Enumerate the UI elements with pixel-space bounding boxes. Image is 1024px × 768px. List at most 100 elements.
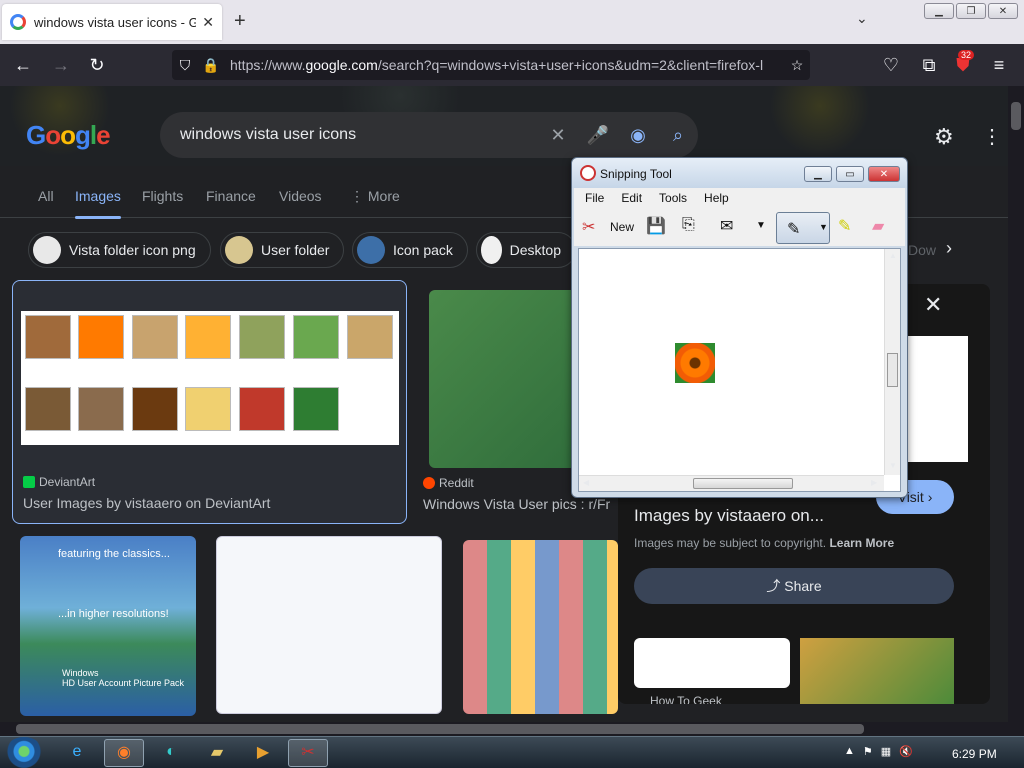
scroll-up-icon[interactable]: ▲ xyxy=(889,251,897,260)
chip-vista-folder[interactable]: Vista folder icon png xyxy=(28,232,211,268)
new-tab-button[interactable]: + xyxy=(234,10,246,33)
snipping-title-bar[interactable]: Snipping Tool ▁ ▭ ✕ xyxy=(572,158,907,188)
pocket-icon[interactable]: ♡ xyxy=(878,52,904,78)
scissors-icon[interactable]: ✂ xyxy=(582,217,595,237)
learn-more-link[interactable]: Learn More xyxy=(829,536,894,550)
shield-icon[interactable]: ⛉ xyxy=(172,57,198,74)
pen-tool-button[interactable]: ✎ ▼ xyxy=(776,212,830,244)
reload-icon[interactable]: ↻ xyxy=(84,52,110,78)
snip-minimize-button[interactable]: ▁ xyxy=(804,166,832,182)
icon-collection-image[interactable] xyxy=(463,540,618,714)
send-snip-icon[interactable]: ✉ xyxy=(720,216,733,236)
filter-videos[interactable]: Videos xyxy=(279,188,322,204)
snip-vertical-scrollbar[interactable]: ▲ ▼ xyxy=(884,249,900,475)
action-center-flag-icon[interactable]: ⚑ xyxy=(863,745,873,758)
snip-canvas[interactable]: ▲ ▼ ◀ ▶ xyxy=(578,248,901,492)
new-snip-button[interactable]: New xyxy=(610,220,634,234)
chip-user-folder[interactable]: User folder xyxy=(220,232,345,268)
search-box[interactable]: windows vista user icons ✕ 🎤 ◉ ⌕ xyxy=(160,112,698,158)
chip-thumb xyxy=(33,236,61,264)
filter-finance[interactable]: Finance xyxy=(206,188,256,204)
lens-icon[interactable]: ◉ xyxy=(618,125,658,146)
list-tabs-icon[interactable]: ⌄ xyxy=(856,10,868,27)
extensions-icon[interactable]: ⧉ xyxy=(916,52,942,78)
save-icon[interactable]: 💾 xyxy=(646,216,666,236)
show-hidden-icons[interactable]: ▲ xyxy=(844,745,855,758)
menu-icon[interactable]: ≡ xyxy=(986,52,1012,78)
filter-images[interactable]: Images xyxy=(75,188,121,219)
scroll-left-icon[interactable]: ◀ xyxy=(583,478,589,487)
minimize-button[interactable]: ▁ xyxy=(924,3,954,19)
filter-all[interactable]: All xyxy=(38,188,54,204)
image-result[interactable]: DeviantArt User Images by vistaaero on D… xyxy=(12,280,407,524)
filter-more[interactable]: ⋮ More xyxy=(350,188,400,205)
scrollbar-thumb[interactable] xyxy=(1011,102,1021,130)
share-button[interactable]: ⤴ Share xyxy=(634,568,954,604)
chip-download[interactable]: Dow xyxy=(908,242,936,258)
scroll-down-icon[interactable]: ▼ xyxy=(889,461,897,470)
scrollbar-thumb[interactable] xyxy=(887,353,898,387)
panel-title[interactable]: Images by vistaaero on... xyxy=(634,506,824,526)
search-input[interactable]: windows vista user icons xyxy=(180,126,538,144)
close-window-button[interactable]: ✕ xyxy=(988,3,1018,19)
menu-file[interactable]: File xyxy=(574,188,610,208)
result-image[interactable] xyxy=(21,311,399,445)
eraser-icon[interactable]: ▰ xyxy=(872,216,884,236)
chip-icon-pack[interactable]: Icon pack xyxy=(352,232,468,268)
filter-flights[interactable]: Flights xyxy=(142,188,183,204)
google-apps-icon[interactable]: ⋮⋮⋮ xyxy=(982,124,1008,149)
close-panel-icon[interactable]: ✕ xyxy=(924,292,942,318)
clear-search-icon[interactable]: ✕ xyxy=(538,125,578,146)
snip-maximize-button[interactable]: ▭ xyxy=(836,166,864,182)
menu-edit[interactable]: Edit xyxy=(610,188,648,208)
bookmark-star-icon[interactable]: ☆ xyxy=(784,57,810,74)
volume-muted-icon[interactable]: 🔇 xyxy=(899,745,913,758)
lock-icon[interactable]: 🔒 xyxy=(198,57,224,74)
window-controls: ▁ ❐ ✕ xyxy=(924,3,1018,19)
snip-horizontal-scrollbar[interactable]: ◀ ▶ xyxy=(579,475,884,491)
related-image[interactable] xyxy=(800,638,954,704)
menu-tools[interactable]: Tools xyxy=(648,188,693,208)
restore-button[interactable]: ❐ xyxy=(956,3,986,19)
forward-icon[interactable]: → xyxy=(48,52,74,78)
back-icon[interactable]: ← xyxy=(10,52,36,78)
share-icon: ⤴ xyxy=(766,578,785,594)
page-vertical-scrollbar[interactable] xyxy=(1008,86,1024,722)
snipping-tool-window: Snipping Tool ▁ ▭ ✕ File Edit Tools Help… xyxy=(571,157,908,498)
send-dropdown-icon[interactable]: ▼ xyxy=(756,220,766,231)
copy-icon[interactable]: ⎘ xyxy=(682,216,695,234)
taskbar-clock[interactable]: 6:29 PM xyxy=(952,747,997,761)
url-text[interactable]: https://www.google.com/search?q=windows+… xyxy=(224,57,784,73)
scroll-right-icon[interactable]: ▶ xyxy=(871,478,877,487)
scrollbar-thumb[interactable] xyxy=(693,478,793,489)
related-caption: How To Geek xyxy=(650,694,722,704)
browser-tab[interactable]: windows vista user icons - Goo ✕ xyxy=(2,4,222,40)
voice-search-icon[interactable]: 🎤 xyxy=(578,125,618,146)
pen-dropdown-icon[interactable]: ▼ xyxy=(819,222,828,232)
chip-desktop[interactable]: Desktop xyxy=(476,232,576,268)
media-player-icon[interactable]: ▶ xyxy=(252,741,274,763)
google-logo[interactable]: Google xyxy=(26,120,111,151)
ie-icon[interactable]: e xyxy=(66,741,88,763)
start-button[interactable] xyxy=(4,737,44,768)
control-panel-image[interactable] xyxy=(216,536,442,714)
settings-gear-icon[interactable]: ⚙ xyxy=(934,124,954,150)
picture-pack-image[interactable]: featuring the classics... ...in higher r… xyxy=(20,536,196,716)
snip-close-button[interactable]: ✕ xyxy=(868,166,900,182)
media-center-icon[interactable]: ◐ xyxy=(160,741,182,763)
highlighter-icon[interactable]: ✎ xyxy=(838,216,851,236)
scrollbar-thumb[interactable] xyxy=(16,724,864,734)
result-title[interactable]: Windows Vista User pics : r/Fr xyxy=(423,496,613,512)
menu-help[interactable]: Help xyxy=(693,188,735,208)
preview-image[interactable] xyxy=(908,336,968,462)
address-bar[interactable]: ⛉ 🔒 https://www.google.com/search?q=wind… xyxy=(172,50,810,80)
explorer-folder-icon[interactable]: ▰ xyxy=(206,741,228,763)
page-horizontal-scrollbar[interactable] xyxy=(0,722,1024,736)
result-title[interactable]: User Images by vistaaero on DeviantArt xyxy=(23,495,270,511)
network-icon[interactable]: ▦ xyxy=(881,745,891,758)
tab-bar: windows vista user icons - Goo ✕ + ⌄ ▁ ❐… xyxy=(0,0,1024,44)
close-tab-icon[interactable]: ✕ xyxy=(202,14,214,31)
related-image[interactable] xyxy=(634,638,790,688)
chips-next-icon[interactable]: › xyxy=(946,238,952,259)
search-icon[interactable]: ⌕ xyxy=(658,125,698,146)
